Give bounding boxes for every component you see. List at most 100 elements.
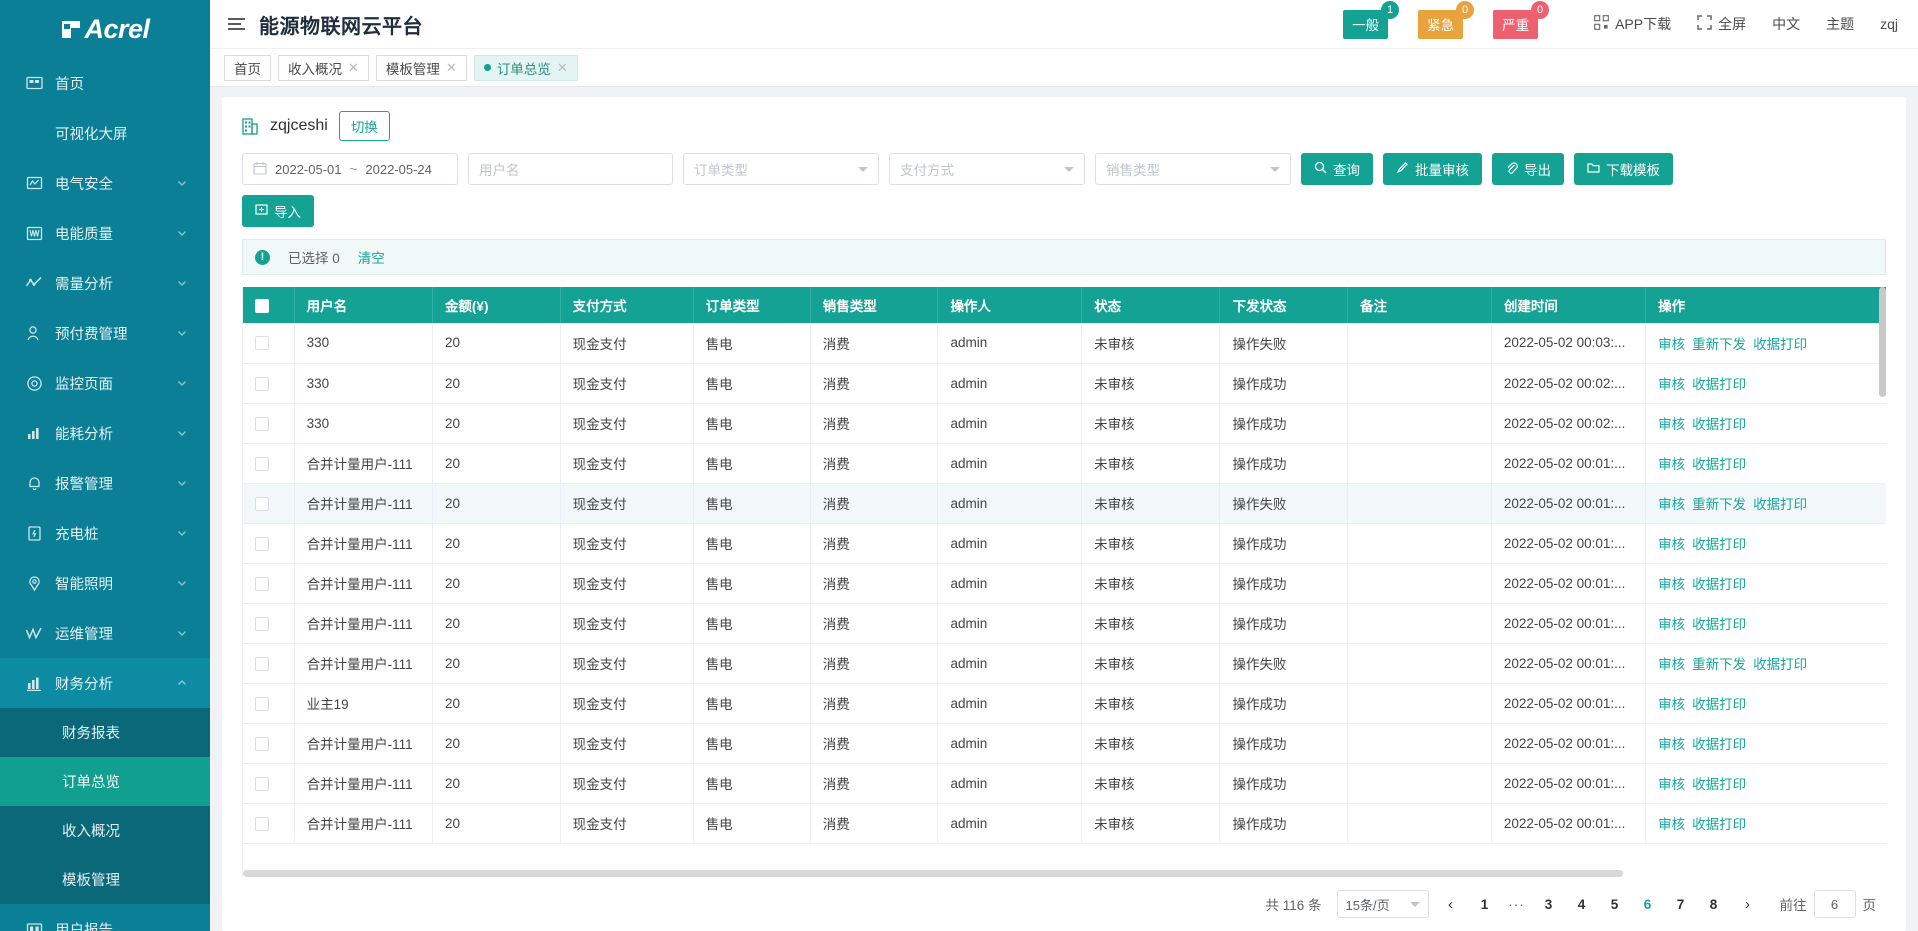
op-link[interactable]: 审核 — [1658, 377, 1685, 392]
cell-checkbox[interactable] — [243, 443, 294, 483]
op-link[interactable]: 收据打印 — [1692, 537, 1746, 552]
download-template-button[interactable]: 下载模板 — [1574, 153, 1673, 185]
op-link[interactable]: 收据打印 — [1753, 337, 1807, 352]
row-checkbox[interactable] — [255, 737, 269, 751]
alarm-badge-0[interactable]: 一般1 — [1343, 10, 1388, 39]
page-number-1[interactable]: 1 — [1473, 897, 1497, 912]
op-link[interactable]: 收据打印 — [1692, 417, 1746, 432]
op-link[interactable]: 审核 — [1658, 497, 1685, 512]
op-link[interactable]: 收据打印 — [1692, 457, 1746, 472]
op-link[interactable]: 审核 — [1658, 777, 1685, 792]
cell-checkbox[interactable] — [243, 643, 294, 683]
topbar-link-4[interactable]: zqj — [1880, 16, 1898, 32]
table-row[interactable]: 33020现金支付售电消费admin未审核操作失败2022-05-02 00:0… — [243, 323, 1886, 363]
table-row[interactable]: 33020现金支付售电消费admin未审核操作成功2022-05-02 00:0… — [243, 403, 1886, 443]
cell-checkbox[interactable] — [243, 323, 294, 363]
alarm-badge-1[interactable]: 紧急0 — [1418, 10, 1463, 39]
row-checkbox[interactable] — [255, 457, 269, 471]
prev-page-button[interactable]: ‹ — [1438, 896, 1464, 913]
brand-logo[interactable]: Acrel — [0, 0, 210, 58]
topbar-link-3[interactable]: 主题 — [1826, 14, 1854, 34]
op-link[interactable]: 审核 — [1658, 697, 1685, 712]
cell-checkbox[interactable] — [243, 363, 294, 403]
op-link[interactable]: 收据打印 — [1753, 497, 1807, 512]
select-all-checkbox[interactable] — [255, 299, 269, 313]
page-number-4[interactable]: 4 — [1570, 897, 1594, 912]
sidebar-item-10[interactable]: 智能照明 — [0, 558, 210, 608]
row-checkbox[interactable] — [255, 537, 269, 551]
table-row[interactable]: 合并计量用户-11120现金支付售电消费admin未审核操作成功2022-05-… — [243, 603, 1886, 643]
cell-checkbox[interactable] — [243, 763, 294, 803]
row-checkbox[interactable] — [255, 617, 269, 631]
export-button[interactable]: 导出 — [1492, 153, 1564, 185]
op-link[interactable]: 审核 — [1658, 657, 1685, 672]
row-checkbox[interactable] — [255, 417, 269, 431]
topbar-link-1[interactable]: 全屏 — [1697, 14, 1746, 34]
sidebar-subitem-2[interactable]: 收入概况 — [0, 806, 210, 855]
sidebar-item-2[interactable]: 电气安全 — [0, 158, 210, 208]
op-link[interactable]: 审核 — [1658, 617, 1685, 632]
op-link[interactable]: 审核 — [1658, 737, 1685, 752]
sidebar-item-1[interactable]: 可视化大屏 — [0, 108, 210, 158]
close-icon[interactable]: ✕ — [446, 61, 457, 74]
table-row[interactable]: 合并计量用户-11120现金支付售电消费admin未审核操作成功2022-05-… — [243, 443, 1886, 483]
menu-toggle-icon[interactable] — [228, 17, 245, 32]
sidebar-item-9[interactable]: 充电桩 — [0, 508, 210, 558]
table-row[interactable]: 合并计量用户-11120现金支付售电消费admin未审核操作失败2022-05-… — [243, 483, 1886, 523]
tab-2[interactable]: 模板管理✕ — [376, 55, 467, 81]
sidebar-item-13[interactable]: 用户报告 — [0, 904, 210, 931]
page-ellipsis[interactable]: ··· — [1506, 897, 1528, 912]
cell-checkbox[interactable] — [243, 723, 294, 763]
cell-checkbox[interactable] — [243, 403, 294, 443]
op-link[interactable]: 审核 — [1658, 417, 1685, 432]
vertical-scrollbar[interactable] — [1879, 287, 1886, 397]
op-link[interactable]: 收据打印 — [1692, 697, 1746, 712]
table-row[interactable]: 合并计量用户-11120现金支付售电消费admin未审核操作成功2022-05-… — [243, 803, 1886, 843]
op-link[interactable]: 收据打印 — [1692, 817, 1746, 832]
jump-input[interactable] — [1814, 890, 1856, 918]
clear-selection-button[interactable]: 清空 — [358, 247, 385, 267]
horizontal-scrollbar[interactable] — [243, 870, 1623, 877]
table-row[interactable]: 合并计量用户-11120现金支付售电消费admin未审核操作失败2022-05-… — [243, 643, 1886, 683]
alarm-badge-2[interactable]: 严重0 — [1493, 10, 1538, 39]
table-row[interactable]: 合并计量用户-11120现金支付售电消费admin未审核操作成功2022-05-… — [243, 723, 1886, 763]
cell-checkbox[interactable] — [243, 483, 294, 523]
sidebar-item-6[interactable]: 监控页面 — [0, 358, 210, 408]
query-button[interactable]: 查询 — [1301, 153, 1373, 185]
op-link[interactable]: 收据打印 — [1692, 577, 1746, 592]
tab-3[interactable]: 订单总览✕ — [474, 55, 578, 81]
row-checkbox[interactable] — [255, 377, 269, 391]
sidebar-item-4[interactable]: 需量分析 — [0, 258, 210, 308]
username-input[interactable]: 用户名 — [468, 153, 673, 185]
close-icon[interactable]: ✕ — [557, 61, 568, 74]
order-type-select[interactable]: 订单类型 — [683, 153, 879, 185]
sidebar-item-7[interactable]: 能耗分析 — [0, 408, 210, 458]
op-link[interactable]: 重新下发 — [1692, 337, 1746, 352]
page-number-7[interactable]: 7 — [1669, 897, 1693, 912]
row-checkbox[interactable] — [255, 336, 269, 350]
sidebar-item-3[interactable]: 电能质量 — [0, 208, 210, 258]
sidebar-subitem-3[interactable]: 模板管理 — [0, 855, 210, 904]
op-link[interactable]: 收据打印 — [1753, 657, 1807, 672]
next-page-button[interactable]: › — [1735, 896, 1761, 913]
pay-method-select[interactable]: 支付方式 — [889, 153, 1085, 185]
op-link[interactable]: 收据打印 — [1692, 777, 1746, 792]
switch-business-button[interactable]: 切换 — [339, 111, 390, 141]
batch-audit-button[interactable]: 批量审核 — [1383, 153, 1482, 185]
sale-type-select[interactable]: 销售类型 — [1095, 153, 1291, 185]
page-number-6[interactable]: 6 — [1636, 897, 1660, 912]
op-link[interactable]: 收据打印 — [1692, 617, 1746, 632]
op-link[interactable]: 重新下发 — [1692, 497, 1746, 512]
op-link[interactable]: 审核 — [1658, 337, 1685, 352]
table-row[interactable]: 合并计量用户-11120现金支付售电消费admin未审核操作成功2022-05-… — [243, 563, 1886, 603]
row-checkbox[interactable] — [255, 577, 269, 591]
sidebar-subitem-0[interactable]: 财务报表 — [0, 708, 210, 757]
sidebar-item-8[interactable]: 报警管理 — [0, 458, 210, 508]
close-icon[interactable]: ✕ — [348, 61, 359, 74]
import-button[interactable]: 导入 — [242, 195, 314, 227]
column-header-checkbox[interactable] — [243, 287, 294, 323]
sidebar-item-12[interactable]: 财务分析 — [0, 658, 210, 708]
sidebar-item-5[interactable]: 预付费管理 — [0, 308, 210, 358]
row-checkbox[interactable] — [255, 657, 269, 671]
row-checkbox[interactable] — [255, 497, 269, 511]
